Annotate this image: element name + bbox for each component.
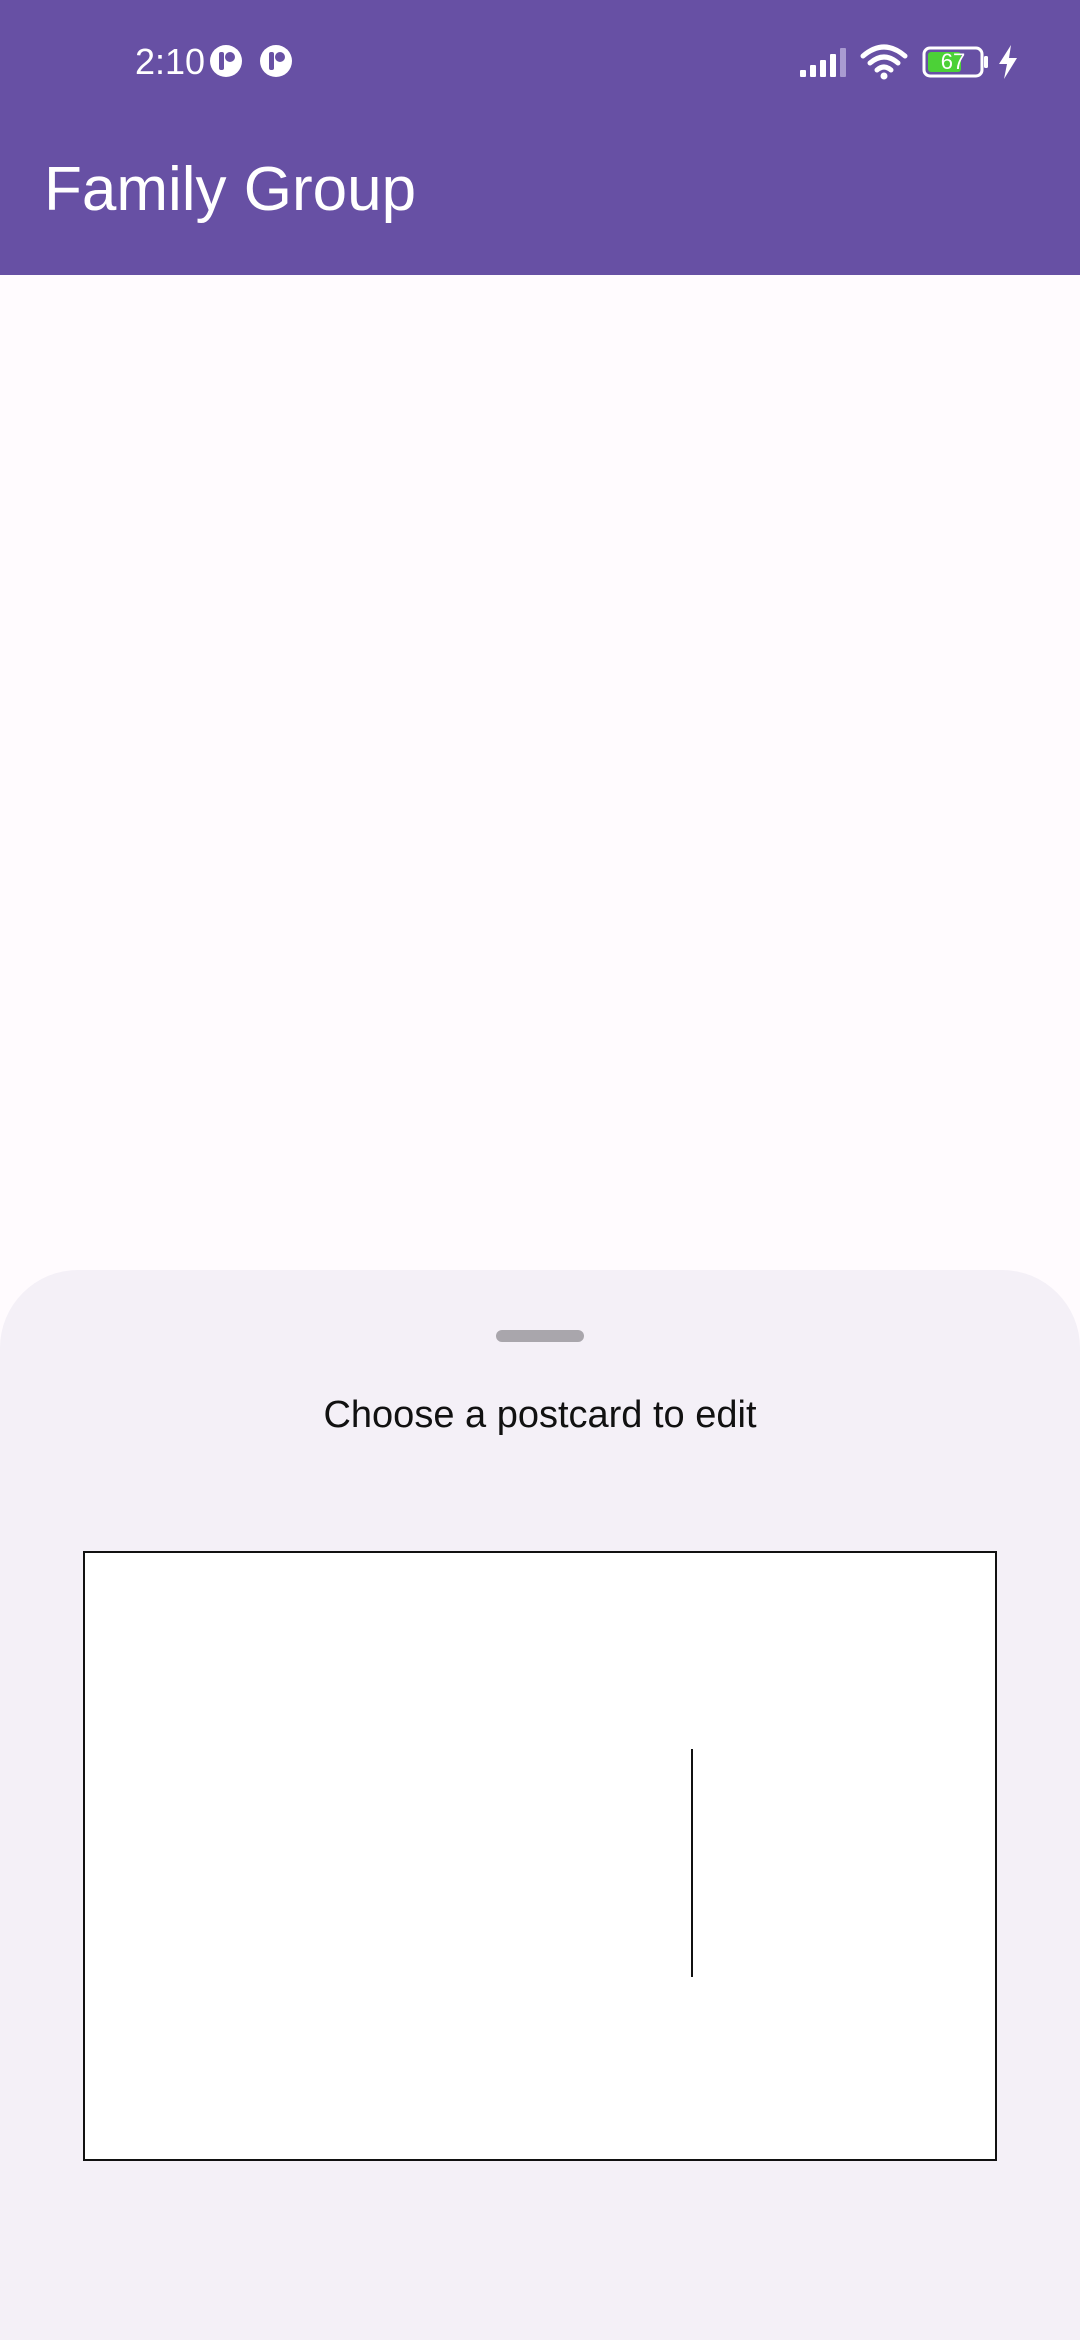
postcard-option[interactable] bbox=[83, 1551, 997, 2161]
battery-level: 67 bbox=[940, 49, 966, 74]
wifi-icon bbox=[860, 44, 908, 80]
app-header: 2:10 67 Family Group bbox=[0, 0, 1080, 275]
drag-handle[interactable] bbox=[496, 1330, 584, 1342]
charging-icon bbox=[999, 45, 1017, 79]
app-title: Family Group bbox=[44, 155, 417, 224]
postcard-divider bbox=[691, 1749, 693, 1977]
status-time: 2:10 bbox=[135, 41, 206, 82]
sheet-title: Choose a postcard to edit bbox=[323, 1394, 757, 1436]
notification-icon bbox=[260, 45, 292, 77]
notification-icon bbox=[210, 45, 242, 77]
bottom-sheet: Choose a postcard to edit bbox=[0, 1270, 1080, 2340]
signal-icon bbox=[800, 48, 846, 77]
status-bar: 2:10 67 bbox=[0, 0, 1080, 125]
